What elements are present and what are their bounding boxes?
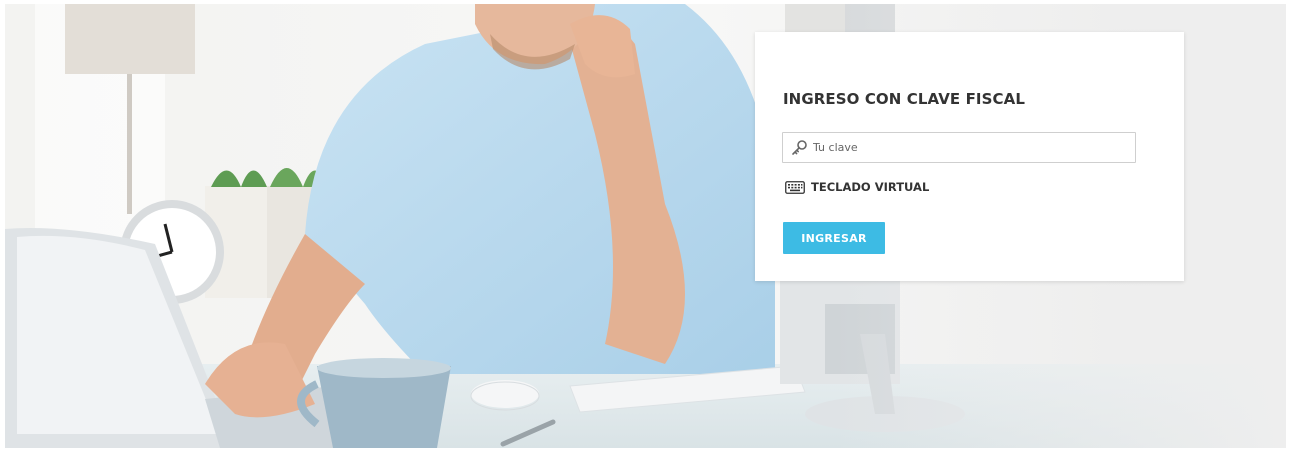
login-title: INGRESO CON CLAVE FISCAL xyxy=(783,90,1025,108)
password-field-wrapper xyxy=(782,132,1136,163)
login-card: INGRESO CON CLAVE FISCAL TECLADO VIRTUAL… xyxy=(755,32,1184,281)
submit-button[interactable]: INGRESAR xyxy=(783,222,885,254)
virtual-keyboard-link[interactable]: TECLADO VIRTUAL xyxy=(785,180,929,194)
password-input[interactable] xyxy=(813,133,1131,162)
virtual-keyboard-label: TECLADO VIRTUAL xyxy=(811,180,930,194)
key-icon xyxy=(792,140,807,155)
keyboard-icon xyxy=(785,180,805,194)
